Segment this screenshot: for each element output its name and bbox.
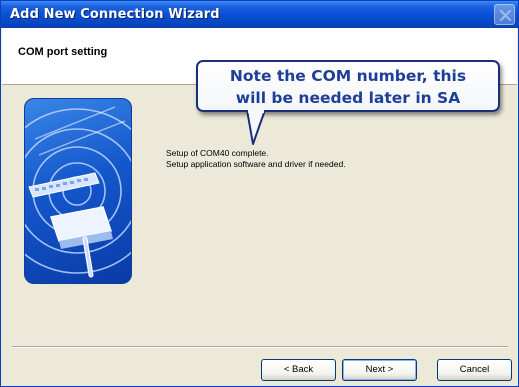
wireless-art-icon	[25, 106, 131, 278]
cancel-button[interactable]: Cancel	[437, 359, 512, 381]
title-bar[interactable]: Add New Connection Wizard	[1, 1, 518, 28]
callout-line-2: will be needed later in SA	[235, 89, 461, 107]
wizard-window: Add New Connection Wizard COM port setti…	[0, 0, 519, 387]
page-title: COM port setting	[18, 46, 108, 58]
close-icon	[499, 9, 512, 22]
wireless-connection-illustration	[24, 98, 132, 284]
callout-pointer-icon	[246, 110, 266, 145]
status-message: Setup of COM40 complete. Setup applicati…	[166, 148, 346, 170]
next-button[interactable]: Next >	[342, 359, 417, 381]
status-line-2: Setup application software and driver if…	[166, 159, 346, 169]
window-title: Add New Connection Wizard	[10, 7, 220, 22]
callout-line-1: Note the COM number, this	[229, 67, 467, 85]
back-button[interactable]: < Back	[261, 359, 336, 381]
annotation-callout: Note the COM number, this will be needed…	[196, 60, 500, 112]
footer-divider	[12, 346, 508, 348]
close-button[interactable]	[494, 4, 515, 25]
status-line-1: Setup of COM40 complete.	[166, 148, 269, 158]
